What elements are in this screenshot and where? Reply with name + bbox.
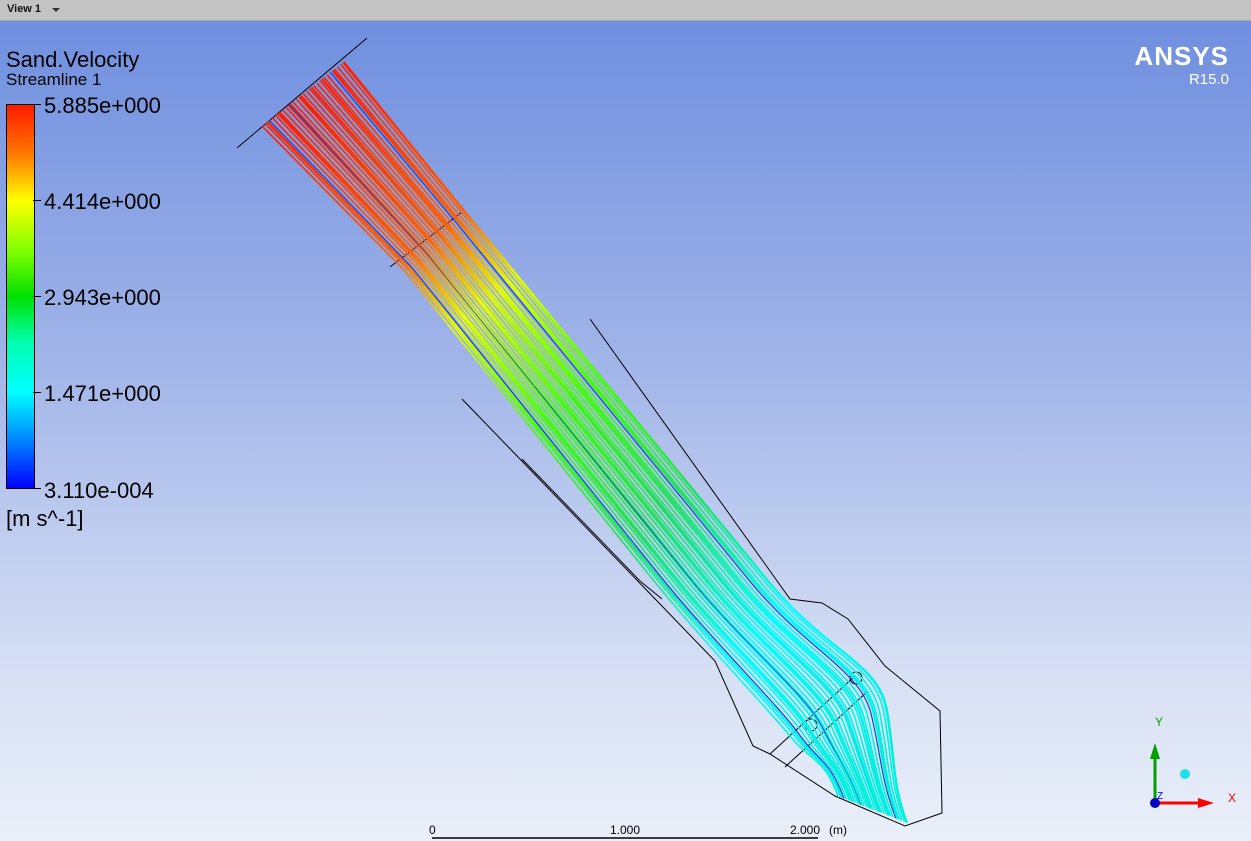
- streamline: [266, 121, 844, 799]
- view-tab-bar: View 1: [0, 0, 1251, 21]
- streamline-plot: [236, 37, 1214, 839]
- 3d-viewport[interactable]: Sand.Velocity Streamline 1 5.885e+000 4.…: [0, 21, 1251, 841]
- streamline: [321, 78, 890, 816]
- chevron-down-icon[interactable]: [52, 8, 60, 12]
- streamline: [321, 78, 890, 816]
- z-axis-label: Z: [1157, 791, 1164, 802]
- scale-label: 1.000: [610, 823, 641, 837]
- legend-units: [m s^-1]: [6, 506, 84, 531]
- tab-view-1[interactable]: View 1: [7, 3, 41, 15]
- legend-label: 2.943e+000: [44, 285, 161, 310]
- legend-tick: [33, 392, 41, 393]
- ansys-logo: ANSYS: [1134, 41, 1229, 71]
- y-axis-label: Y: [1155, 715, 1164, 729]
- version-label: R15.0: [1188, 71, 1229, 88]
- scale-unit: (m): [829, 823, 847, 837]
- legend-tick: [33, 488, 41, 489]
- scale-label: 2.000: [790, 823, 821, 837]
- legend-subtitle: Streamline 1: [6, 70, 102, 89]
- legend-tick: [33, 296, 41, 297]
- scale-label: 0: [429, 823, 436, 837]
- legend-label: 1.471e+000: [44, 381, 161, 406]
- legend-label: 4.414e+000: [44, 189, 161, 214]
- legend-tick: [33, 200, 41, 201]
- legend-label-max: 5.885e+000: [44, 93, 161, 118]
- streamline: [267, 120, 844, 799]
- rotation-center-icon: [1180, 769, 1190, 779]
- legend-label-min: 3.110e-004: [44, 478, 154, 503]
- x-axis-label: X: [1228, 791, 1237, 805]
- streamline: [261, 125, 839, 797]
- color-bar: [6, 104, 35, 489]
- legend-tick: [33, 104, 41, 105]
- streamline: [321, 78, 890, 816]
